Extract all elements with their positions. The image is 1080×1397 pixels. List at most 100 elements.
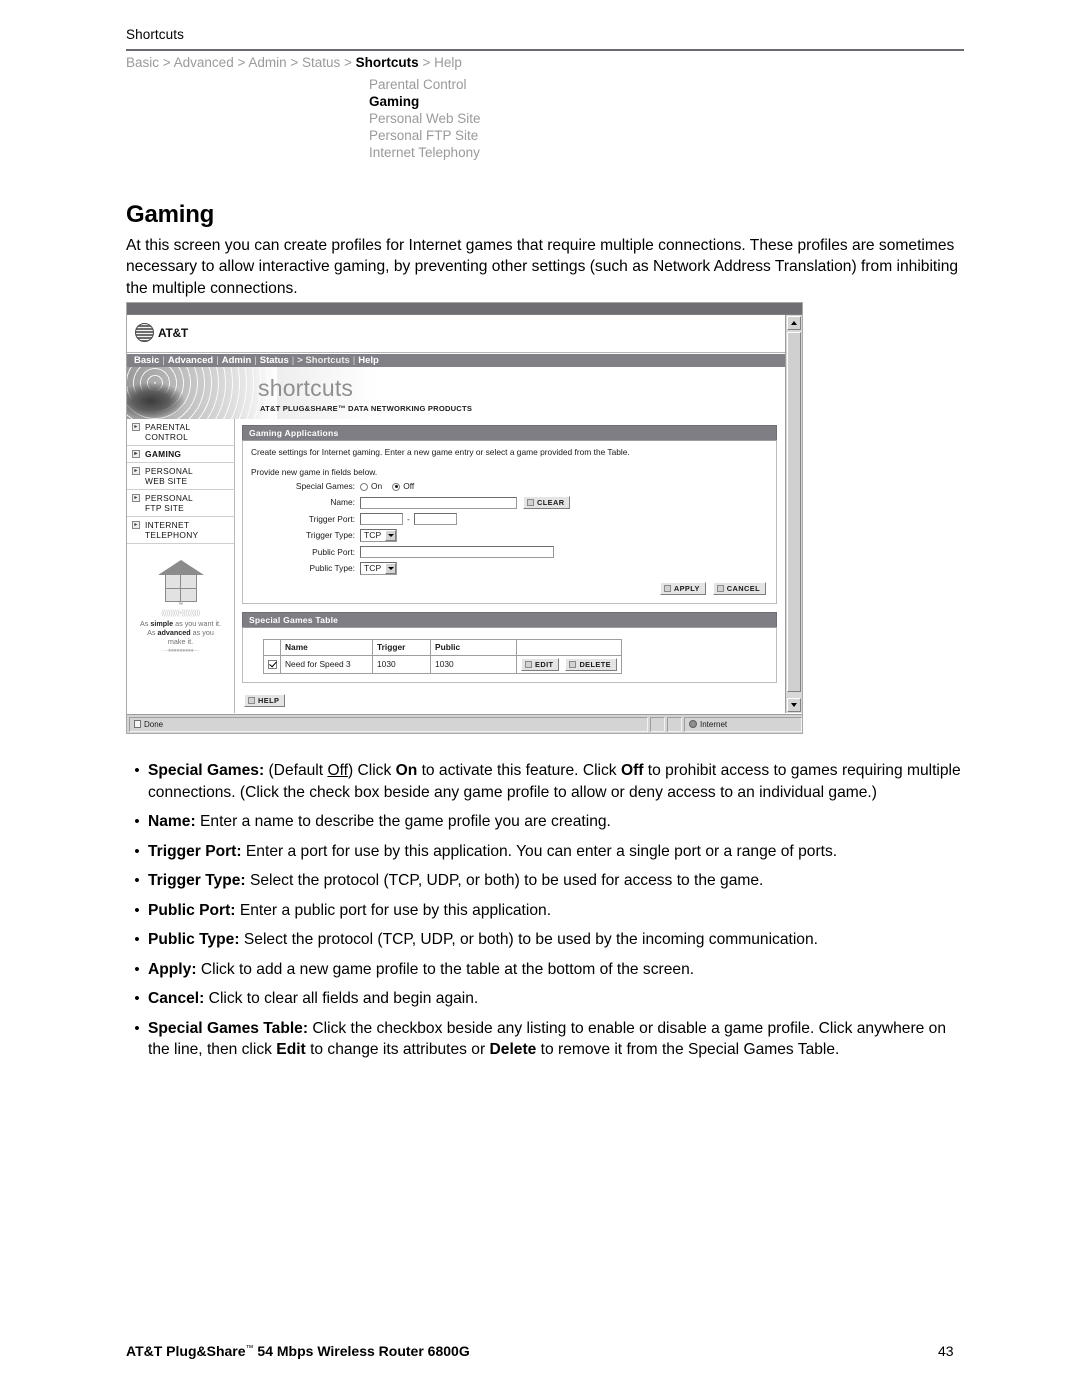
bullet-text: Name: Enter a name to describe the game …	[148, 811, 968, 833]
footer-product-name: AT&T Plug&Share™ 54 Mbps Wireless Router…	[126, 1343, 470, 1359]
arrow-right-icon: ▸	[132, 423, 140, 431]
bullet-text-fragment: Edit	[276, 1041, 306, 1058]
banner-title: shortcuts	[258, 375, 354, 401]
router-nav-item-advanced[interactable]: Advanced	[165, 355, 216, 366]
apply-button[interactable]: APPLY	[659, 582, 706, 595]
scroll-down-button[interactable]	[787, 698, 801, 712]
trigger-port-to-input[interactable]	[413, 513, 457, 525]
table-column-header	[516, 639, 622, 656]
bullet-icon: •	[134, 813, 140, 830]
trigger-type-select[interactable]: TCP	[360, 529, 398, 542]
sidebar-item-label: PERSONAL WEB SITE	[145, 466, 194, 486]
globe-icon	[689, 720, 697, 728]
sidebar-item-gaming[interactable]: ▸ GAMING	[127, 446, 234, 463]
chevron-down-icon[interactable]	[385, 530, 397, 541]
scrollbar-thumb[interactable]	[787, 332, 801, 692]
special-games-on-label: On	[371, 481, 383, 491]
vertical-scrollbar[interactable]	[785, 315, 802, 713]
scroll-up-arrow-icon	[791, 321, 797, 325]
bullet-text-fragment: Off	[327, 762, 348, 779]
router-navbar[interactable]: Basic | Advanced | Admin | Status | > Shortcuts |…	[127, 354, 785, 367]
chevron-down-icon[interactable]	[385, 563, 397, 574]
sidebar-item-personal-ftp-site[interactable]: ▸ PERSONAL FTP SITE	[127, 490, 234, 517]
sub-nav-item-parental-control[interactable]: Parental Control	[369, 76, 481, 93]
table-row[interactable]: Need for Speed 3 1030 1030 EDIT DELETE	[263, 655, 622, 674]
sub-nav-item-internet-telephony[interactable]: Internet Telephony	[369, 144, 481, 161]
row-actions-cell: EDIT DELETE	[516, 655, 622, 674]
sidebar-tagline: As simple as you want it. As advanced as…	[139, 619, 222, 646]
sidebar-item-internet-telephony[interactable]: ▸ INTERNET TELEPHONY	[127, 517, 234, 544]
trigger-port-row: Trigger Port: -	[251, 513, 768, 525]
public-port-input[interactable]	[360, 546, 554, 558]
breadcrumb-item-basic[interactable]: Basic	[126, 55, 159, 70]
sidebar-item-parental-control[interactable]: ▸ PARENTAL CONTROL	[127, 419, 234, 446]
bullet-text: Trigger Type: Select the protocol (TCP, …	[148, 870, 968, 892]
breadcrumb-separator: >	[286, 55, 302, 70]
router-nav-item-shortcuts[interactable]: > Shortcuts	[294, 355, 353, 366]
att-logo-text: AT&T	[158, 325, 188, 340]
sidebar-brand-art: ™ ((((((((((•)))))))))) As simple as you…	[138, 560, 224, 654]
bullet-term: Public Type:	[148, 931, 240, 948]
button-bullet-icon	[248, 697, 255, 704]
special-games-on-radio[interactable]	[360, 482, 368, 491]
breadcrumb-item-status[interactable]: Status	[302, 55, 340, 70]
sidebar-item-label: PARENTAL CONTROL	[145, 422, 191, 442]
router-nav-item-admin[interactable]: Admin	[219, 355, 255, 366]
cancel-button[interactable]: CANCEL	[712, 582, 766, 595]
sub-nav-item-personal-ftp-site[interactable]: Personal FTP Site	[369, 127, 481, 144]
help-button[interactable]: HELP	[244, 694, 286, 707]
router-nav-item-status[interactable]: Status	[257, 355, 292, 366]
router-nav-item-help[interactable]: Help	[355, 355, 382, 366]
gaming-applications-panel: Gaming Applications Create settings for …	[242, 425, 777, 604]
sub-nav-item-personal-web-site[interactable]: Personal Web Site	[369, 110, 481, 127]
help-button-wrap: HELP	[244, 691, 777, 709]
arrow-right-icon: ▸	[132, 467, 140, 475]
public-type-value: TCP	[364, 563, 382, 573]
trigger-port-dash: -	[407, 513, 410, 524]
breadcrumb-item-admin[interactable]: Admin	[248, 55, 286, 70]
wave-divider: ((((((((((•))))))))))	[161, 610, 200, 617]
scroll-up-button[interactable]	[787, 316, 801, 330]
special-games-off-radio[interactable]	[392, 482, 401, 491]
delete-button-label: DELETE	[579, 660, 611, 669]
bullet-term: Trigger Type:	[148, 872, 246, 889]
table-column-header: Trigger	[372, 639, 431, 656]
name-label: Name:	[330, 497, 355, 507]
security-zone-cell: Internet	[684, 716, 802, 732]
bullet-text: Public Port: Enter a public port for use…	[148, 900, 968, 922]
status-spacer-2	[667, 716, 682, 732]
bullet-item: • Name: Enter a name to describe the game…	[126, 811, 968, 833]
public-port-row: Public Port:	[251, 546, 768, 558]
clear-button[interactable]: CLEAR	[523, 496, 571, 509]
sub-nav-item-gaming[interactable]: Gaming	[369, 93, 481, 110]
router-sidebar: ▸ PARENTAL CONTROL ▸ GAMING ▸ PERSONAL WEB SITE…	[127, 419, 235, 713]
public-type-select[interactable]: TCP	[360, 562, 398, 575]
edit-button[interactable]: EDIT	[521, 658, 560, 671]
row-checkbox-cell[interactable]	[263, 655, 281, 674]
breadcrumb-separator: >	[340, 55, 356, 70]
breadcrumb-separator: >	[233, 55, 249, 70]
trigger-port-from-input[interactable]	[360, 513, 403, 525]
intro-paragraph: At this screen you can create profiles f…	[126, 236, 959, 297]
row-enable-checkbox[interactable]	[267, 660, 277, 670]
sidebar-item-personal-web-site[interactable]: ▸ PERSONAL WEB SITE	[127, 463, 234, 490]
router-nav-item-basic[interactable]: Basic	[131, 355, 162, 366]
bullet-text-fragment: Enter a port for use by this application…	[241, 842, 838, 860]
globe-icon	[135, 323, 154, 342]
delete-button[interactable]: DELETE	[565, 658, 617, 671]
name-input[interactable]	[360, 496, 517, 509]
arrow-right-icon: ▸	[132, 521, 140, 529]
breadcrumb-item-shortcuts[interactable]: Shortcuts	[356, 55, 419, 70]
bullet-text: Special Games: (Default Off) Click On to…	[148, 760, 968, 803]
bullet-term: Special Games Table:	[148, 1019, 309, 1037]
bullet-text-fragment: to remove it from the Special Games Tabl…	[536, 1041, 840, 1058]
breadcrumb-separator: >	[418, 55, 435, 70]
bullet-text-fragment: Enter a name to describe the game profil…	[195, 813, 611, 830]
breadcrumb-item-advanced[interactable]: Advanced	[174, 55, 234, 70]
table-header-row: Name Trigger Public	[263, 639, 622, 656]
special-games-label: Special Games:	[295, 481, 355, 491]
special-games-row: Special Games: On Off	[251, 481, 768, 492]
trademark-mark: ™	[178, 602, 183, 608]
bullet-text-fragment: to activate this feature. Click	[417, 762, 621, 779]
breadcrumb-item-help[interactable]: Help	[434, 55, 462, 70]
